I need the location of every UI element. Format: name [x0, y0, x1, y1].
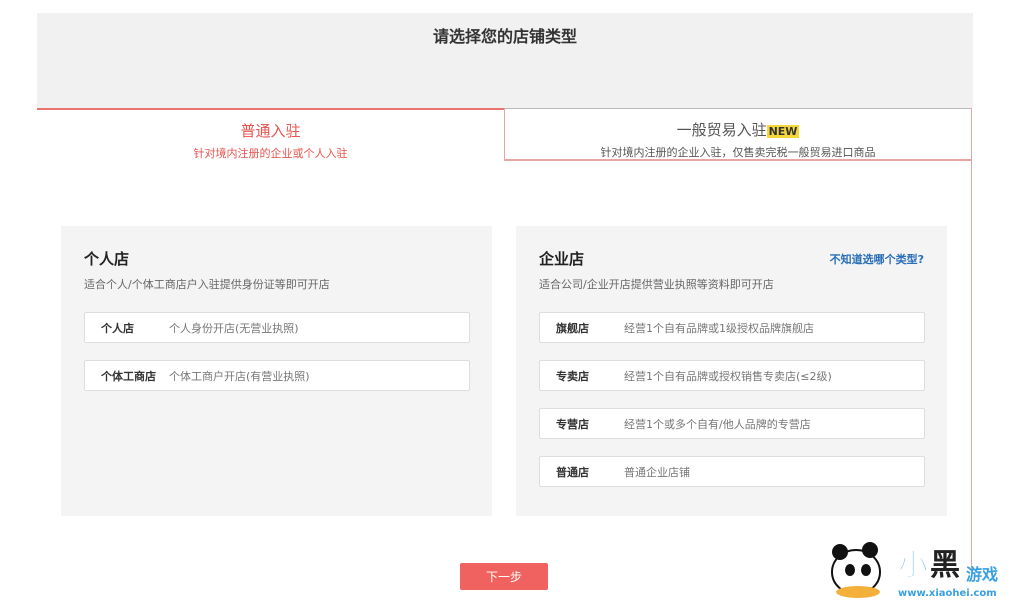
option-desc: 经营1个或多个自有/他人品牌的专营店 — [624, 417, 811, 431]
option-name: 专卖店 — [556, 369, 589, 383]
watermark-logo: 小 黑 游戏 www.xiaohei.com — [826, 530, 1016, 600]
option-desc: 个人身份开店(无营业执照) — [169, 321, 299, 335]
enterprise-card: 企业店 不知道选哪个类型? 适合公司/企业开店提供营业执照等资料即可开店 旗舰店… — [516, 226, 947, 516]
option-flagship[interactable]: 旗舰店 经营1个自有品牌或1级授权品牌旗舰店 — [539, 312, 925, 343]
card-desc: 适合公司/企业开店提供营业执照等资料即可开店 — [539, 278, 774, 291]
page-title: 请选择您的店铺类型 — [432, 27, 577, 46]
option-personal[interactable]: 个人店 个人身份开店(无营业执照) — [84, 312, 470, 343]
svg-text:游戏: 游戏 — [966, 565, 998, 584]
svg-text:黑: 黑 — [930, 548, 960, 583]
option-exclusive[interactable]: 专卖店 经营1个自有品牌或授权销售专卖店(≤2级) — [539, 360, 925, 391]
svg-text:www.xiaohei.com: www.xiaohei.com — [898, 588, 997, 599]
option-desc: 普通企业店铺 — [624, 465, 690, 479]
option-desc: 个体工商户开店(有营业执照) — [169, 369, 310, 383]
header: 请选择您的店铺类型 — [37, 13, 973, 108]
option-specialty[interactable]: 专营店 经营1个或多个自有/他人品牌的专营店 — [539, 408, 925, 439]
option-name: 专营店 — [556, 417, 589, 431]
card-desc: 适合个人/个体工商店户入驻提供身份证等即可开店 — [84, 278, 330, 291]
tab-sub: 针对境内注册的企业入驻，仅售卖完税一般贸易进口商品 — [600, 146, 876, 159]
next-button[interactable]: 下一步 — [460, 563, 548, 590]
tab-label: 一般贸易入驻 — [676, 121, 767, 139]
option-name: 个体工商店 — [101, 369, 156, 383]
personal-card: 个人店 适合个人/个体工商店户入驻提供身份证等即可开店 个人店个人身份开店(无营… — [61, 226, 492, 516]
option-individual-business[interactable]: 个体工商店 个体工商户开店(有营业执照) — [84, 360, 470, 391]
new-badge: NEW — [766, 125, 800, 138]
divider — [971, 161, 972, 571]
card-title: 企业店 — [539, 250, 585, 268]
option-name: 旗舰店 — [556, 321, 589, 335]
svg-text:小: 小 — [898, 548, 928, 583]
tab-normal[interactable]: 普通入驻 针对境内注册的企业或个人入驻 — [37, 108, 504, 161]
option-normal[interactable]: 普通店 普通企业店铺 — [539, 456, 925, 487]
option-name: 个人店 — [101, 321, 134, 335]
tab-sub: 针对境内注册的企业或个人入驻 — [193, 147, 348, 160]
help-link[interactable]: 不知道选哪个类型? — [830, 251, 924, 267]
card-title: 个人店 — [84, 250, 130, 268]
tab-label: 普通入驻 — [240, 122, 301, 140]
tab-general-trade[interactable]: 一般贸易入驻 NEW 针对境内注册的企业入驻，仅售卖完税一般贸易进口商品 — [504, 108, 972, 161]
option-desc: 经营1个自有品牌或1级授权品牌旗舰店 — [624, 321, 814, 335]
option-desc: 经营1个自有品牌或授权销售专卖店(≤2级) — [624, 369, 832, 383]
option-name: 普通店 — [556, 465, 589, 479]
